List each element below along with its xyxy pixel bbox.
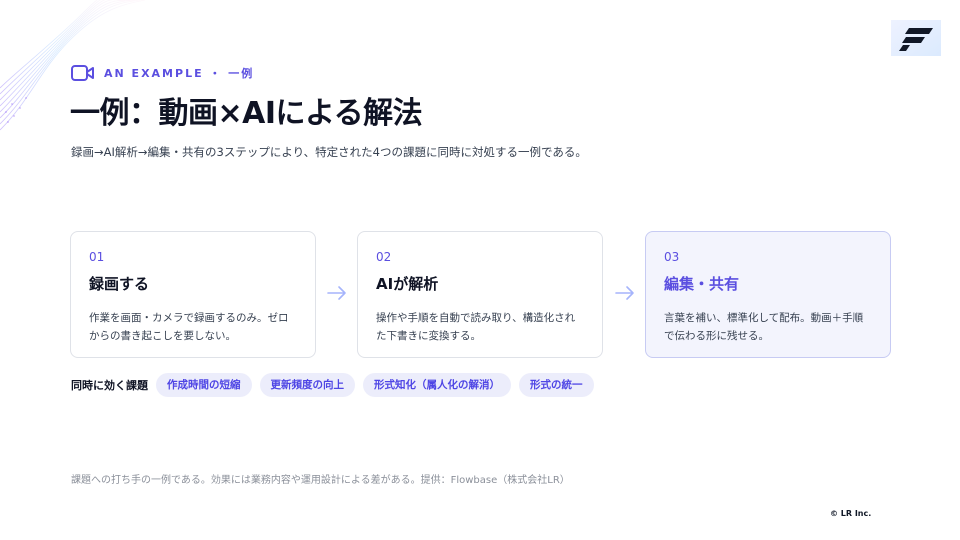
challenges-label: 同時に効く課題 — [71, 379, 148, 392]
step-description: 言葉を補い、標準化して配布。動画＋手順で伝わる形に残せる。 — [664, 312, 864, 342]
step-number: 02 — [376, 250, 392, 264]
challenge-chip: 更新頻度の向上 — [259, 373, 355, 397]
step-card-record: 01 録画する 作業を画面・カメラで録画するのみ。ゼロからの書き起こしを要しない… — [70, 231, 316, 358]
right-arrow-icon — [615, 286, 634, 300]
step-title: 編集・共有 — [664, 275, 740, 293]
step-description: 作業を画面・カメラで録画するのみ。ゼロからの書き起こしを要しない。 — [89, 312, 289, 342]
eyebrow-label: AN EXAMPLE ・ 一例 — [104, 67, 255, 80]
challenges-row: 同時に効く課題 作成時間の短縮 更新頻度の向上 形式知化（属人化の解消） 形式の… — [71, 373, 602, 397]
footnote: 課題への打ち手の一例である。効果には業務内容や運用設計による差がある。提供：Fl… — [71, 475, 570, 486]
brand-logo — [891, 20, 941, 56]
challenge-chip: 形式の統一 — [519, 373, 594, 397]
video-camera-icon — [71, 65, 94, 81]
page-title: 一例：動画×AIによる解法 — [70, 96, 423, 131]
step-card-edit-share: 03 編集・共有 言葉を補い、標準化して配布。動画＋手順で伝わる形に残せる。 — [645, 231, 891, 358]
step-title: AIが解析 — [376, 275, 439, 293]
eyebrow: AN EXAMPLE ・ 一例 — [71, 64, 254, 82]
step-number: 03 — [664, 250, 680, 264]
step-title: 録画する — [89, 275, 150, 293]
page-subtitle: 録画→AI解析→編集・共有の3ステップにより、特定された4つの課題に同時に対処す… — [71, 145, 587, 159]
right-arrow-icon — [327, 286, 346, 300]
step-card-ai-analysis: 02 AIが解析 操作や手順を自動で読み取り、構造化された下書きに変換する。 — [357, 231, 603, 358]
challenge-chip: 形式知化（属人化の解消） — [363, 373, 511, 397]
step-description: 操作や手順を自動で読み取り、構造化された下書きに変換する。 — [376, 312, 576, 342]
copyright: © LR Inc. — [830, 509, 872, 518]
step-number: 01 — [89, 250, 105, 264]
challenge-chip: 作成時間の短縮 — [156, 373, 252, 397]
brand-f-logo — [891, 20, 941, 56]
